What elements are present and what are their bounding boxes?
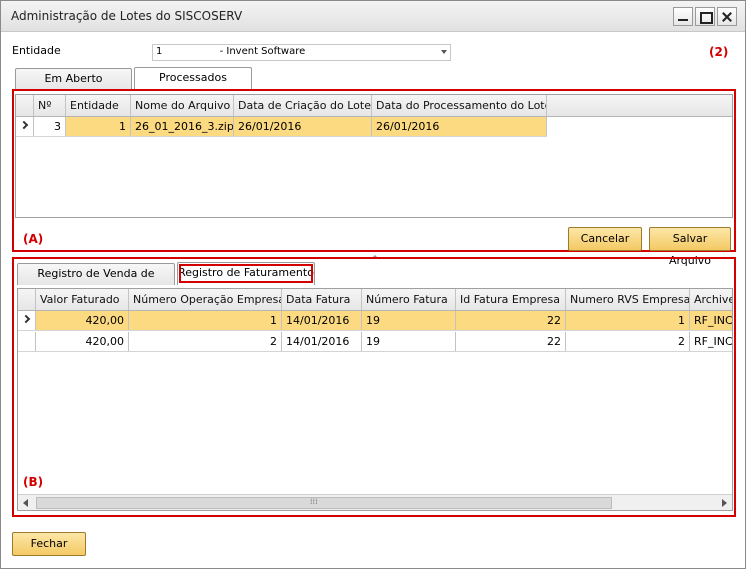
cell-valor-faturado[interactable]: 420,00 bbox=[36, 311, 129, 330]
tab-registro-faturamento[interactable]: Registro de Faturamento bbox=[177, 262, 315, 285]
cell-entidade[interactable]: 1 bbox=[66, 117, 131, 136]
annotation-b: (B) bbox=[23, 475, 44, 489]
horizontal-scrollbar[interactable]: ⁞⁞⁞ bbox=[18, 494, 732, 510]
tab-label: Em Aberto bbox=[44, 72, 103, 85]
cancel-button[interactable]: Cancelar bbox=[568, 227, 642, 251]
cell-data-fatura[interactable]: 14/01/2016 bbox=[282, 311, 362, 330]
chevron-right-icon bbox=[19, 120, 29, 130]
cell-data-criacao[interactable]: 26/01/2016 bbox=[234, 117, 372, 136]
cell-nome-arquivo[interactable]: 26_01_2016_3.zip bbox=[131, 117, 234, 136]
save-file-button[interactable]: Salvar Arquivo bbox=[649, 227, 731, 267]
faturamento-grid[interactable]: Valor Faturado Número Operação Empresa D… bbox=[17, 288, 733, 511]
tab-label: Registro de Faturamento bbox=[178, 266, 314, 279]
cell-archive[interactable]: RF_INC_ bbox=[690, 332, 732, 351]
minimize-icon bbox=[674, 8, 692, 25]
scroll-left-icon[interactable] bbox=[18, 495, 34, 510]
faturamento-grid-header: Valor Faturado Número Operação Empresa D… bbox=[18, 289, 732, 311]
cell-valor-faturado[interactable]: 420,00 bbox=[36, 332, 129, 351]
col-header-numero-fatura[interactable]: Número Fatura bbox=[362, 289, 456, 310]
chevron-right-icon bbox=[21, 314, 31, 324]
table-row[interactable]: 420,00 2 14/01/2016 19 22 2 RF_INC_ bbox=[18, 332, 732, 352]
col-header-numero-rvs[interactable]: Numero RVS Empresa bbox=[566, 289, 690, 310]
col-header-valor-faturado[interactable]: Valor Faturado bbox=[36, 289, 129, 310]
title-bar[interactable]: Administração de Lotes do SISCOSERV bbox=[1, 1, 745, 32]
scroll-right-icon[interactable] bbox=[716, 495, 732, 510]
col-header-id-fatura[interactable]: Id Fatura Empresa bbox=[456, 289, 566, 310]
col-header-entidade[interactable]: Entidade bbox=[66, 95, 131, 116]
row-selector[interactable] bbox=[16, 117, 34, 136]
close-window-button[interactable] bbox=[717, 7, 737, 26]
tab-registro-venda-servico[interactable]: Registro de Venda de Serviço bbox=[17, 263, 175, 300]
col-header-data-criacao[interactable]: Data de Criação do Lote bbox=[234, 95, 372, 116]
cell-archive[interactable]: RF_INC_ bbox=[690, 311, 732, 330]
close-icon bbox=[718, 8, 736, 25]
col-header-nome-arquivo[interactable]: Nome do Arquivo bbox=[131, 95, 234, 116]
cell-numero-rvs[interactable]: 1 bbox=[566, 311, 690, 330]
cell-numero-rvs[interactable]: 2 bbox=[566, 332, 690, 351]
chevron-down-icon bbox=[441, 50, 447, 54]
col-header-no[interactable]: Nº bbox=[34, 95, 66, 116]
maximize-button[interactable] bbox=[695, 7, 715, 26]
cell-id-fatura[interactable]: 22 bbox=[456, 332, 566, 351]
scrollbar-thumb[interactable] bbox=[36, 497, 612, 509]
window-title: Administração de Lotes do SISCOSERV bbox=[11, 9, 243, 23]
row-selector[interactable] bbox=[18, 311, 36, 330]
entidade-label: Entidade bbox=[12, 44, 61, 57]
col-header-archive[interactable]: ArchiveN bbox=[690, 289, 732, 310]
cell-data-processamento[interactable]: 26/01/2016 bbox=[372, 117, 547, 136]
lotes-grid[interactable]: Nº Entidade Nome do Arquivo Data de Cria… bbox=[15, 94, 733, 218]
tab-em-aberto[interactable]: Em Aberto bbox=[15, 68, 132, 90]
cell-numero-operacao[interactable]: 1 bbox=[129, 311, 282, 330]
entidade-name: - Invent Software bbox=[219, 46, 306, 57]
cell-numero-fatura[interactable]: 19 bbox=[362, 332, 456, 351]
tab-processados[interactable]: Processados bbox=[134, 67, 252, 90]
minimize-button[interactable] bbox=[673, 7, 693, 26]
annotation-2: (2) bbox=[709, 45, 729, 59]
cell-no[interactable]: 3 bbox=[34, 117, 66, 136]
cell-data-fatura[interactable]: 14/01/2016 bbox=[282, 332, 362, 351]
grip-icon: ⁞⁞⁞ bbox=[310, 497, 318, 506]
entidade-dropdown[interactable]: 1 - Invent Software bbox=[152, 44, 451, 61]
col-header-numero-operacao[interactable]: Número Operação Empresa bbox=[129, 289, 282, 310]
siscoserv-window: Administração de Lotes do SISCOSERV Enti… bbox=[0, 0, 746, 569]
table-row[interactable]: 3 1 26_01_2016_3.zip 26/01/2016 26/01/20… bbox=[16, 117, 547, 137]
col-header-data-fatura[interactable]: Data Fatura bbox=[282, 289, 362, 310]
cell-id-fatura[interactable]: 22 bbox=[456, 311, 566, 330]
table-row[interactable]: 420,00 1 14/01/2016 19 22 1 RF_INC_ bbox=[18, 311, 732, 331]
close-button[interactable]: Fechar bbox=[12, 532, 86, 556]
tab-label: Processados bbox=[159, 71, 227, 84]
annotation-a: (A) bbox=[23, 232, 44, 246]
col-header-data-processamento[interactable]: Data do Processamento do Lote bbox=[372, 95, 547, 116]
cell-numero-operacao[interactable]: 2 bbox=[129, 332, 282, 351]
row-selector[interactable] bbox=[18, 332, 36, 351]
lotes-grid-header: Nº Entidade Nome do Arquivo Data de Cria… bbox=[16, 95, 732, 117]
maximize-icon bbox=[696, 8, 714, 25]
cell-numero-fatura[interactable]: 19 bbox=[362, 311, 456, 330]
